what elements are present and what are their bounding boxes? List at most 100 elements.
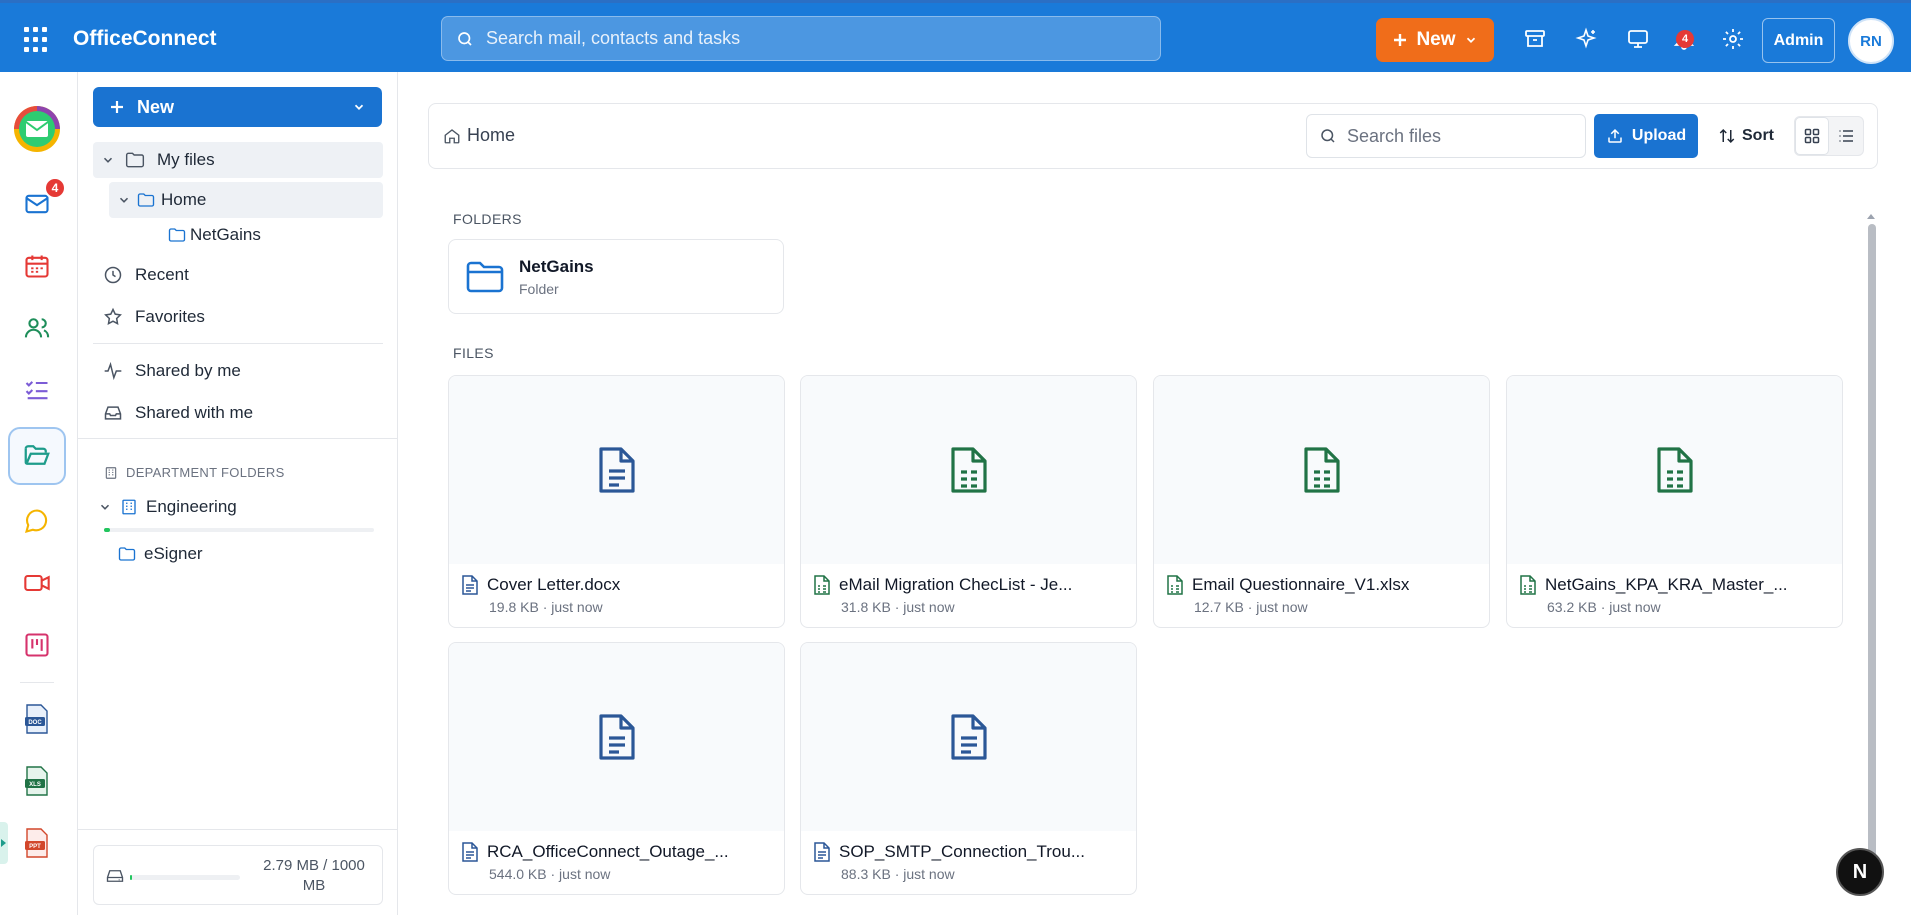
sparkle-icon[interactable] [1572,25,1600,53]
spreadsheet-icon [947,445,991,495]
nav-shared-by-me[interactable]: Shared by me [103,353,383,389]
building-icon [120,498,138,516]
nav-shared-with-me-label: Shared with me [135,403,254,422]
chevron-down-icon[interactable] [117,193,131,207]
grid-view-icon[interactable] [1795,117,1829,155]
folder-icon [125,151,145,169]
doc-app-icon[interactable]: DOC [18,700,56,738]
file-thumbnail[interactable] [801,643,1136,831]
file-thumbnail[interactable] [1507,376,1842,564]
file-info: 19.8 KB · just now [489,599,603,615]
tree-netgains-label: NetGains [190,225,261,244]
breadcrumb[interactable]: Home [443,125,515,146]
engineering-usage-bar [104,528,374,532]
global-search[interactable] [441,16,1161,61]
tree-my-files[interactable]: My files [93,142,383,178]
file-thumbnail[interactable] [449,376,784,564]
upload-label: Upload [1631,127,1687,144]
file-card[interactable]: RCA_OfficeConnect_Outage_... 544.0 KB · … [448,642,785,895]
ppt-app-icon[interactable]: PPT [18,824,56,862]
tree-home[interactable]: Home [109,182,383,218]
document-small-icon [813,842,831,862]
file-card[interactable]: Email Questionnaire_V1.xlsx 12.7 KB · ju… [1153,375,1490,628]
officeconnect-logo-icon[interactable] [12,104,62,154]
admin-button[interactable]: Admin [1762,18,1835,63]
file-card[interactable]: eMail Migration ChecList - Je... 31.8 KB… [800,375,1137,628]
folder-card[interactable]: NetGains Folder [448,239,784,314]
file-info: 88.3 KB · just now [841,866,955,882]
file-search[interactable] [1306,114,1586,158]
app-launcher-icon[interactable] [24,27,50,53]
gear-icon[interactable] [1719,25,1747,53]
floating-assistant-button[interactable]: N [1836,848,1884,896]
inbox-icon [103,403,123,423]
files-folder-icon[interactable] [18,436,56,474]
video-icon[interactable] [18,564,56,602]
list-view-icon[interactable] [1829,117,1863,155]
file-thumbnail[interactable] [1154,376,1489,564]
archive-icon[interactable] [1521,25,1549,53]
user-avatar[interactable]: RN [1848,18,1894,64]
file-card[interactable]: SOP_SMTP_Connection_Trou... 88.3 KB · ju… [800,642,1137,895]
file-card[interactable]: Cover Letter.docx 19.8 KB · just now [448,375,785,628]
chevron-down-icon [352,100,366,114]
storage-text: 2.79 MB / 1000 MB [263,857,365,894]
dept-esigner[interactable]: eSigner [118,536,378,572]
xls-app-icon[interactable]: XLS [18,762,56,800]
file-name[interactable]: Email Questionnaire_V1.xlsx [1192,575,1409,595]
monitor-icon[interactable] [1624,25,1652,53]
tasks-icon[interactable] [18,371,56,409]
hard-drive-icon [106,868,124,884]
dept-engineering-label: Engineering [146,497,237,516]
nav-shared-with-me[interactable]: Shared with me [103,395,383,431]
folder-icon [465,260,505,294]
breadcrumb-home[interactable]: Home [467,125,515,146]
tree-my-files-label: My files [157,150,215,169]
folder-icon [137,192,155,208]
file-search-input[interactable] [1347,125,1567,147]
scrollbar-thumb[interactable] [1868,224,1876,864]
sort-button[interactable]: Sort [1711,114,1781,158]
department-folders-label: DEPARTMENT FOLDERS [126,465,285,480]
folders-section-label: FOLDERS [453,211,522,227]
chat-icon[interactable] [18,502,56,540]
chevron-down-icon[interactable] [98,500,112,514]
board-icon[interactable] [18,626,56,664]
notification-badge: 4 [1676,30,1694,48]
new-button[interactable]: New [1376,18,1494,62]
nav-shared-by-me-label: Shared by me [135,361,241,380]
main-scrollbar[interactable] [1866,212,1876,882]
folder-type: Folder [519,280,559,297]
file-name[interactable]: SOP_SMTP_Connection_Trou... [839,842,1085,862]
svg-text:DOC: DOC [28,720,42,726]
edge-expand-handle[interactable] [0,822,8,864]
file-name[interactable]: RCA_OfficeConnect_Outage_... [487,842,729,862]
chevron-down-icon[interactable] [101,153,115,167]
file-card[interactable]: NetGains_KPA_KRA_Master_... 63.2 KB · ju… [1506,375,1843,628]
file-name[interactable]: eMail Migration ChecList - Je... [839,575,1072,595]
storage-bar [130,875,240,880]
nav-new-button[interactable]: New [93,87,382,127]
nav-recent-label: Recent [135,265,189,284]
tree-netgains[interactable]: NetGains [168,217,378,253]
sort-label: Sort [1742,127,1774,144]
dept-engineering[interactable]: Engineering [98,489,378,525]
rail-separator [20,682,54,683]
contacts-icon[interactable] [18,309,56,347]
nav-recent[interactable]: Recent [103,257,383,293]
clock-icon [103,265,123,285]
spreadsheet-icon [1300,445,1344,495]
file-name[interactable]: NetGains_KPA_KRA_Master_... [1545,575,1788,595]
nav-favorites[interactable]: Favorites [103,299,383,335]
file-thumbnail[interactable] [801,376,1136,564]
upload-button[interactable]: Upload [1594,114,1698,158]
star-icon [103,307,123,327]
global-search-input[interactable] [486,28,1126,49]
plus-icon [1392,32,1408,48]
file-name[interactable]: Cover Letter.docx [487,575,620,595]
spreadsheet-small-icon [1519,575,1537,595]
file-thumbnail[interactable] [449,643,784,831]
spreadsheet-icon [1653,445,1697,495]
calendar-icon[interactable] [18,247,56,285]
search-icon [456,30,474,48]
